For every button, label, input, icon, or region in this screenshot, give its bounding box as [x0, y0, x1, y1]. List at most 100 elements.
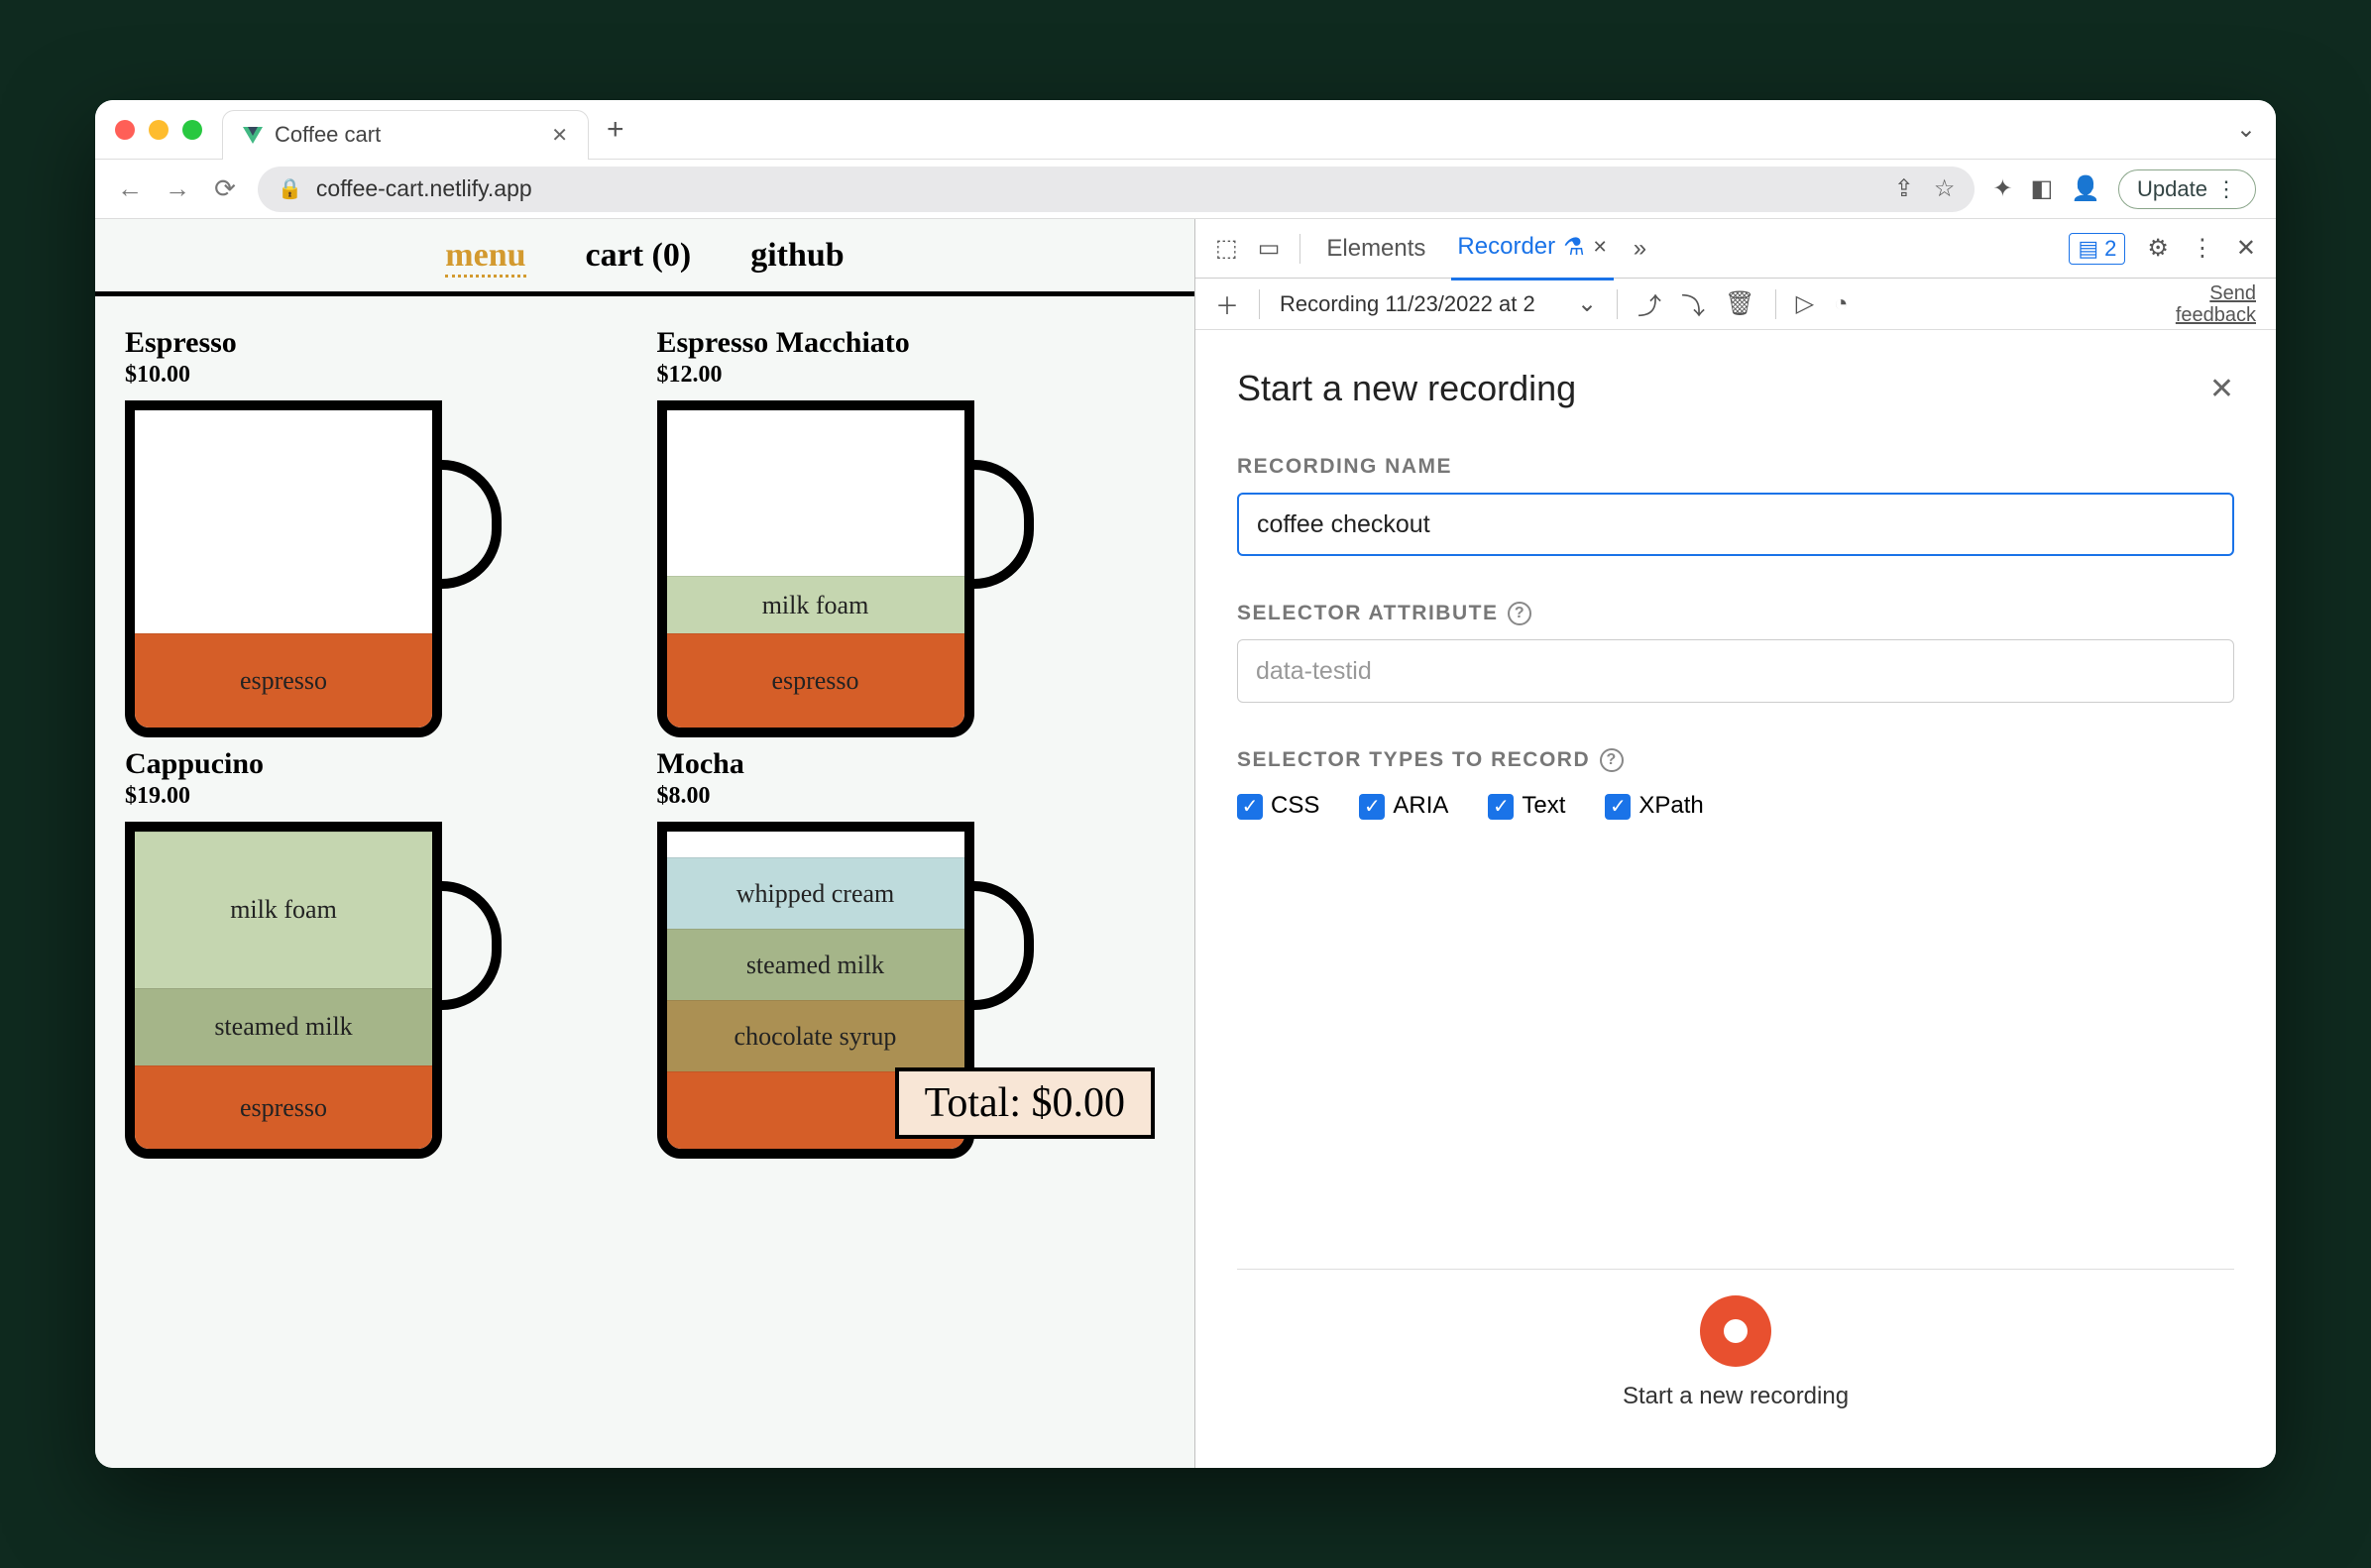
close-tab-button[interactable]: ✕ — [551, 123, 568, 148]
layer-steamed-milk: steamed milk — [667, 929, 964, 1000]
sidepanel-icon[interactable]: ◧ — [2030, 174, 2053, 203]
chevron-down-icon[interactable]: ⌄ — [1577, 289, 1597, 318]
checkbox-icon: ✓ — [1488, 794, 1514, 820]
help-icon[interactable]: ? — [1600, 748, 1624, 772]
minimize-window-button[interactable] — [149, 120, 169, 140]
tab-elements[interactable]: Elements — [1320, 219, 1431, 279]
cart-total[interactable]: Total: $0.00 — [895, 1067, 1155, 1139]
separator — [1259, 289, 1260, 319]
tabs-overflow-icon[interactable]: ⌄ — [2236, 115, 2256, 144]
lock-icon: 🔒 — [278, 176, 302, 201]
nav-cart-link[interactable]: cart (0) — [586, 237, 692, 278]
item-name: Mocha — [657, 747, 1166, 781]
performance-icon[interactable]: ◔ — [1834, 290, 1849, 318]
reload-button[interactable]: ⟳ — [210, 173, 240, 204]
site-nav: menu cart (0) github — [95, 219, 1194, 296]
maximize-window-button[interactable] — [182, 120, 202, 140]
separator — [1775, 289, 1776, 319]
checkbox-icon: ✓ — [1359, 794, 1385, 820]
kebab-icon: ⋮ — [2215, 176, 2237, 202]
url-text: coffee-cart.netlify.app — [316, 175, 532, 202]
update-label: Update — [2137, 176, 2207, 202]
messages-count: 2 — [2104, 236, 2116, 262]
item-price: $12.00 — [657, 362, 1166, 389]
close-devtools-icon[interactable]: ✕ — [2236, 234, 2256, 263]
browser-tab[interactable]: Coffee cart ✕ — [222, 110, 589, 160]
extensions-icon[interactable]: ✦ — [1992, 174, 2012, 203]
help-icon[interactable]: ? — [1508, 602, 1531, 625]
selector-types-checks: ✓CSS ✓ARIA ✓Text ✓XPath — [1237, 792, 2234, 820]
selector-attribute-label: SELECTOR ATTRIBUTE ? — [1237, 602, 2234, 625]
profile-icon[interactable]: 👤 — [2071, 174, 2100, 203]
checkbox-icon: ✓ — [1605, 794, 1631, 820]
share-icon[interactable]: ⇪ — [1894, 174, 1914, 203]
back-button[interactable]: ← — [115, 173, 145, 204]
forward-button[interactable]: → — [163, 173, 192, 204]
check-aria[interactable]: ✓ARIA — [1359, 792, 1448, 820]
nav-menu-link[interactable]: menu — [445, 237, 525, 278]
devtools-tab-strip: ⬚ ▭ Elements Recorder ⚗ ✕ » ▤ 2 ⚙ ⋮ — [1195, 219, 2276, 279]
send-feedback-link[interactable]: Send feedback — [2176, 282, 2256, 326]
recording-dropdown-label[interactable]: Recording 11/23/2022 at 2 — [1280, 291, 1557, 317]
recorder-toolbar: ＋ Recording 11/23/2022 at 2 ⌄ ⤴ ⤵ 🗑 ▷ ◔ … — [1195, 279, 2276, 330]
selector-attribute-input[interactable] — [1237, 639, 2234, 703]
layer-milk-foam: milk foam — [135, 832, 432, 988]
cup-graphic: milk foam espresso — [657, 400, 1034, 737]
cup-handle — [964, 881, 1034, 1010]
checkbox-icon: ✓ — [1237, 794, 1263, 820]
item-price: $19.00 — [125, 783, 633, 810]
menu-item-macchiato[interactable]: Espresso Macchiato $12.00 milk foam espr… — [657, 326, 1166, 737]
play-icon[interactable]: ▷ — [1796, 289, 1814, 318]
bookmark-icon[interactable]: ☆ — [1934, 174, 1956, 203]
cup-handle — [432, 881, 502, 1010]
item-name: Espresso — [125, 326, 633, 360]
update-button[interactable]: Update ⋮ — [2118, 169, 2256, 209]
inspect-icon[interactable]: ⬚ — [1215, 234, 1238, 263]
separator — [1617, 289, 1618, 319]
panel-title: Start a new recording — [1237, 368, 1576, 409]
new-tab-button[interactable]: + — [607, 113, 624, 147]
item-name: Cappucino — [125, 747, 633, 781]
layer-chocolate-syrup: chocolate syrup — [667, 1000, 964, 1071]
item-price: $8.00 — [657, 783, 1166, 810]
messages-badge[interactable]: ▤ 2 — [2069, 233, 2125, 265]
url-actions: ⇪ ☆ — [1894, 174, 1956, 203]
layer-steamed-milk: steamed milk — [135, 988, 432, 1066]
delete-icon[interactable]: 🗑 — [1725, 289, 1754, 318]
menu-grid: Espresso $10.00 espresso Espresso Macchi… — [95, 296, 1194, 1159]
gear-icon[interactable]: ⚙ — [2147, 234, 2169, 263]
layer-espresso: espresso — [667, 633, 964, 728]
cup-graphic: milk foam steamed milk espresso — [125, 822, 502, 1159]
tab-recorder-label: Recorder — [1457, 233, 1555, 261]
close-icon[interactable]: ✕ — [1593, 237, 1608, 258]
flask-icon: ⚗ — [1563, 233, 1585, 262]
device-toggle-icon[interactable]: ▭ — [1258, 234, 1281, 263]
layer-milk-foam: milk foam — [667, 576, 964, 633]
layer-espresso: espresso — [135, 1065, 432, 1149]
cup-handle — [432, 460, 502, 589]
check-text[interactable]: ✓Text — [1488, 792, 1565, 820]
check-xpath[interactable]: ✓XPath — [1605, 792, 1703, 820]
more-tabs-icon[interactable]: » — [1634, 235, 1646, 263]
start-recording-caption: Start a new recording — [1623, 1383, 1849, 1410]
close-panel-button[interactable]: ✕ — [2209, 372, 2234, 406]
tab-recorder[interactable]: Recorder ⚗ ✕ — [1451, 217, 1613, 280]
menu-item-espresso[interactable]: Espresso $10.00 espresso — [125, 326, 633, 737]
recording-name-label: RECORDING NAME — [1237, 455, 2234, 479]
menu-item-cappucino[interactable]: Cappucino $19.00 milk foam steamed milk … — [125, 747, 633, 1159]
recording-name-input[interactable] — [1237, 493, 2234, 556]
close-window-button[interactable] — [115, 120, 135, 140]
devtools-panel: ⬚ ▭ Elements Recorder ⚗ ✕ » ▤ 2 ⚙ ⋮ — [1195, 219, 2276, 1468]
nav-github-link[interactable]: github — [750, 237, 845, 278]
cup-graphic: espresso — [125, 400, 502, 737]
tab-title: Coffee cart — [275, 122, 381, 148]
content-row: menu cart (0) github Espresso $10.00 esp… — [95, 219, 2276, 1468]
check-css[interactable]: ✓CSS — [1237, 792, 1319, 820]
cup-handle — [964, 460, 1034, 589]
new-recording-icon[interactable]: ＋ — [1215, 286, 1239, 321]
export-icon[interactable]: ⤴ — [1637, 286, 1661, 321]
start-recording-button[interactable] — [1700, 1295, 1771, 1367]
url-field[interactable]: 🔒 coffee-cart.netlify.app ⇪ ☆ — [258, 167, 1975, 212]
kebab-icon[interactable]: ⋮ — [2191, 234, 2214, 263]
import-icon[interactable]: ⤵ — [1681, 286, 1705, 321]
